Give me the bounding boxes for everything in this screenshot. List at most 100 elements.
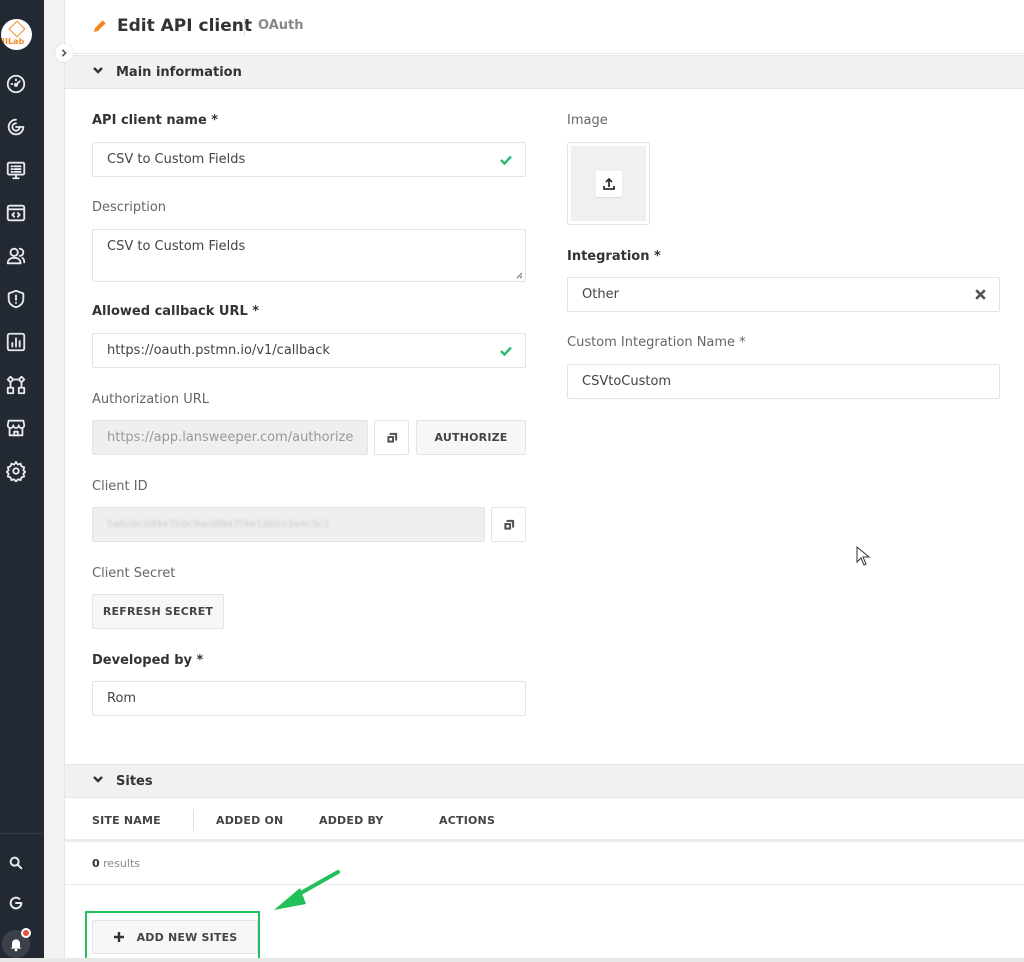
client-secret-label: Client Secret (92, 566, 176, 581)
callback-url-label: Allowed callback URL * (92, 304, 260, 319)
sidebar-divider (0, 833, 44, 834)
store-icon (6, 419, 26, 437)
bell-icon (10, 939, 22, 952)
users-icon (6, 247, 26, 265)
search-icon (9, 856, 23, 870)
mouse-cursor-icon (856, 546, 871, 566)
page-title: Edit API client (117, 16, 253, 36)
image-upload[interactable] (567, 142, 650, 225)
results-text: results (99, 857, 141, 870)
bar-chart-icon (6, 332, 26, 352)
refresh-secret-button[interactable]: REFRESH SECRET (92, 594, 224, 629)
valid-check-icon (500, 155, 512, 166)
sidebar: IILab (0, 0, 44, 958)
integration-select[interactable] (567, 277, 1000, 312)
sites-table-header: SITE NAME ADDED ON ADDED BY ACTIONS (65, 799, 1024, 842)
pencil-icon (94, 19, 107, 32)
sidebar-item-dashboard[interactable] (4, 72, 28, 96)
refresh-icon (9, 896, 23, 910)
developed-by-input[interactable] (93, 682, 525, 715)
results-count: 0 results (92, 857, 140, 870)
annotation-arrow-icon (274, 870, 340, 910)
sidebar-item-inventory[interactable] (4, 158, 28, 182)
upload-icon (603, 177, 615, 190)
developed-by-label: Developed by * (92, 653, 204, 668)
column-header-actions: ACTIONS (439, 814, 496, 827)
column-header-added-by[interactable]: ADDED BY (319, 814, 384, 827)
expand-sidebar-button[interactable] (55, 44, 73, 62)
gear-icon (5, 460, 27, 482)
content-gutter (44, 0, 65, 958)
copy-client-id-button[interactable] (491, 507, 526, 542)
page-subtitle: OAuth (258, 18, 304, 33)
api-client-name-field (92, 142, 526, 177)
column-header-site-name[interactable]: SITE NAME (92, 814, 161, 827)
sidebar-item-integrations[interactable] (4, 373, 28, 397)
annotation-highlight-box (85, 911, 260, 960)
clear-icon[interactable] (974, 288, 987, 301)
image-placeholder (571, 146, 646, 221)
integration-value[interactable] (568, 278, 999, 311)
column-resize-handle[interactable] (193, 809, 194, 831)
sidebar-item-security[interactable] (4, 287, 28, 311)
integration-label: Integration * (567, 249, 661, 264)
logo-text: IILab (2, 37, 25, 46)
radar-icon (7, 118, 25, 136)
sidebar-item-users[interactable] (4, 244, 28, 268)
authorization-url-field (92, 420, 368, 455)
api-client-name-input[interactable] (93, 143, 525, 176)
sidebar-item-scripts[interactable] (4, 201, 28, 225)
column-header-added-on[interactable]: ADDED ON (216, 814, 283, 827)
sidebar-item-discovery[interactable] (4, 115, 28, 139)
copy-authorization-url-button[interactable] (374, 420, 409, 455)
copy-icon (502, 519, 514, 531)
callback-url-field (92, 333, 526, 368)
chevron-right-icon (61, 49, 67, 57)
results-number: 0 (92, 857, 100, 870)
code-window-icon (6, 204, 26, 222)
callback-url-input[interactable] (93, 334, 525, 367)
sidebar-item-reports[interactable] (4, 330, 28, 354)
sites-section-toggle[interactable]: Sites (65, 764, 1024, 798)
authorize-button[interactable]: AUTHORIZE (416, 420, 526, 455)
api-client-name-label: API client name * (92, 113, 219, 128)
org-logo[interactable]: IILab (1, 19, 32, 50)
upload-button[interactable] (596, 171, 622, 197)
page-header: Edit API client OAuth (65, 0, 1024, 54)
chevron-down-icon (93, 67, 103, 74)
authorization-url-input[interactable] (93, 421, 367, 454)
main-information-section-toggle[interactable]: Main information (65, 55, 1024, 89)
sidebar-item-settings[interactable] (4, 459, 28, 483)
authorization-url-label: Authorization URL (92, 392, 209, 407)
description-label: Description (92, 200, 167, 215)
results-divider (65, 884, 1024, 885)
notification-badge (21, 928, 31, 938)
logo-mark-icon (8, 20, 26, 38)
sidebar-item-marketplace[interactable] (4, 416, 28, 440)
main-content: Edit API client OAuth Main information A… (65, 0, 1024, 958)
sidebar-search-button[interactable] (4, 851, 28, 875)
section-title: Sites (116, 774, 153, 789)
custom-integration-name-label: Custom Integration Name * (567, 335, 746, 350)
description-field: CSV to Custom Fields (92, 229, 526, 282)
resize-handle-icon[interactable] (515, 271, 523, 279)
client-id-label: Client ID (92, 479, 148, 494)
client-id-field (92, 507, 485, 542)
developed-by-field (92, 681, 526, 716)
header-divider (244, 16, 245, 36)
copy-icon (385, 432, 397, 444)
section-title: Main information (116, 65, 242, 80)
image-label: Image (567, 113, 608, 128)
client-id-input[interactable] (93, 508, 484, 541)
notifications-button[interactable] (2, 928, 31, 958)
chevron-down-icon (93, 776, 103, 783)
flow-nodes-icon (6, 375, 26, 395)
shield-alert-icon (7, 289, 25, 309)
custom-integration-name-input[interactable] (568, 365, 999, 398)
valid-check-icon (500, 346, 512, 357)
horizontal-scrollbar[interactable] (0, 958, 1024, 962)
speedometer-icon (6, 74, 26, 94)
sidebar-refresh-button[interactable] (4, 891, 28, 915)
description-textarea[interactable]: CSV to Custom Fields (93, 230, 525, 281)
custom-integration-name-field (567, 364, 1000, 399)
